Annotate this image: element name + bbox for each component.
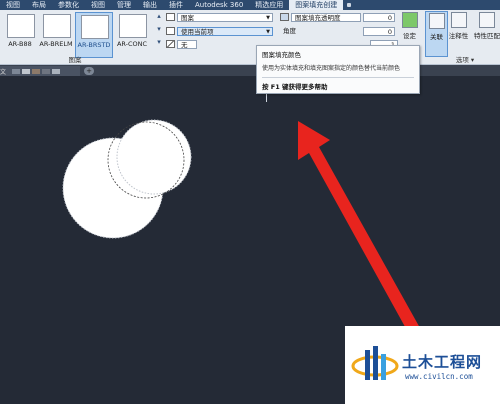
transparency-input[interactable]: 0 [363,12,395,22]
file-tab-label: 文 [0,69,7,76]
annotative-button[interactable]: 注释性 [448,11,469,55]
hatch-background-row: 无 [166,39,197,49]
file-chip [12,69,20,74]
chevron-down-icon: ▼ [266,14,270,21]
tooltip-description: 使用为实体填充和填充图案指定的颜色替代当前颜色 [262,65,401,72]
tab-manage[interactable]: 管理 [111,0,137,10]
file-chip [42,69,50,74]
hatch-type-select[interactable]: 图案 ▼ [177,12,273,22]
tab-layout[interactable]: 布局 [26,0,52,10]
tab-featured-apps[interactable]: 精选应用 [249,0,289,10]
tooltip-title: 图案填充颜色 [262,51,301,59]
hatched-circle-small[interactable] [116,119,192,195]
annotative-icon [450,12,467,28]
pattern-ar-brelm-icon [43,14,71,38]
crosshair-cursor [266,94,267,102]
pattern-ar-conc-icon [119,14,147,38]
tab-hatch-creation[interactable]: 图案填充创建 [289,0,344,10]
pattern-ar-brelm[interactable]: AR-BRELM [38,12,74,56]
match-properties-icon [479,12,495,28]
hatch-color-row: 使用当前项 ▼ [166,26,273,36]
associative-icon [428,13,445,29]
ribbon-tab-bar: 视图 布局 参数化 视图 管理 输出 插件 Autodesk 360 精选应用 … [0,0,500,10]
angle-input[interactable]: 0 [363,26,395,36]
hatch-type-row: 图案 ▼ [166,12,273,22]
file-chip [32,69,40,74]
hatch-color-tooltip: 图案填充颜色 使用为实体填充和填充图案指定的颜色替代当前颜色 按 F1 键获得更… [256,45,420,94]
transparency-row: 图案填充透明度 0 [280,12,395,22]
tooltip-help: 按 F1 键获得更多帮助 [262,83,328,91]
tab-view[interactable]: 视图 [85,0,111,10]
tab-view-0[interactable]: 视图 [0,0,26,10]
chevron-down-icon: ▼ [266,28,270,35]
pattern-ar-conc[interactable]: AR-CONC [114,12,150,56]
watermark-brand: 土木工程网 [402,353,483,371]
transparency-icon [280,13,289,21]
match-properties-button[interactable]: 特性匹配 [474,11,500,55]
hatch-color-icon [166,27,175,35]
angle-row: 角度 0 [280,26,395,36]
pattern-ar-brstd[interactable]: AR-BRSTD [75,12,113,58]
pattern-ar-brstd-icon [81,15,109,39]
hatch-color-select[interactable]: 使用当前项 ▼ [177,26,273,36]
pattern-ar-b88-icon [7,14,35,38]
background-color-icon [166,40,175,48]
red-arrow-annotation [298,121,420,334]
tab-plugins[interactable]: 插件 [163,0,189,10]
pattern-panel-label: 图案 [68,56,82,64]
options-panel-label[interactable]: 选项 ▾ [440,56,490,64]
watermark: 土木工程网 www.civilcn.com [345,326,500,404]
pattern-label: AR-CONC [116,40,148,48]
tab-output[interactable]: 输出 [137,0,163,10]
new-tab-button[interactable]: + [84,67,94,75]
file-tab[interactable]: 文 [0,66,80,76]
associative-button[interactable]: 关联 [425,11,448,57]
background-color-select[interactable]: 无 [177,39,197,49]
tooltip-divider [262,77,414,78]
hatch-type-icon [166,13,175,21]
origin-icon [401,12,418,28]
angle-label: 角度 [283,26,296,35]
tab-autodesk-360[interactable]: Autodesk 360 [189,0,249,10]
scroll-down-icon[interactable]: ▾ [155,25,163,38]
expand-icon[interactable]: ▾ [155,38,163,51]
pattern-ar-b88[interactable]: AR-B88 [2,12,38,56]
scroll-up-icon[interactable]: ▴ [155,12,163,25]
transparency-label: 图案填充透明度 [291,12,361,22]
file-chip [22,69,30,74]
tab-parametric[interactable]: 参数化 [52,0,85,10]
file-chip [52,69,60,74]
civilcn-logo-icon [351,346,399,380]
file-tab-bar: 文 + [0,65,500,76]
tab-overflow-icon[interactable] [347,3,352,7]
ribbon-panel: AR-B88 AR-BRELM AR-BRSTD AR-CONC ▴ ▾ ▾ 图… [0,10,500,65]
watermark-url: www.civilcn.com [405,372,473,381]
pattern-scroll[interactable]: ▴ ▾ ▾ [155,12,163,56]
